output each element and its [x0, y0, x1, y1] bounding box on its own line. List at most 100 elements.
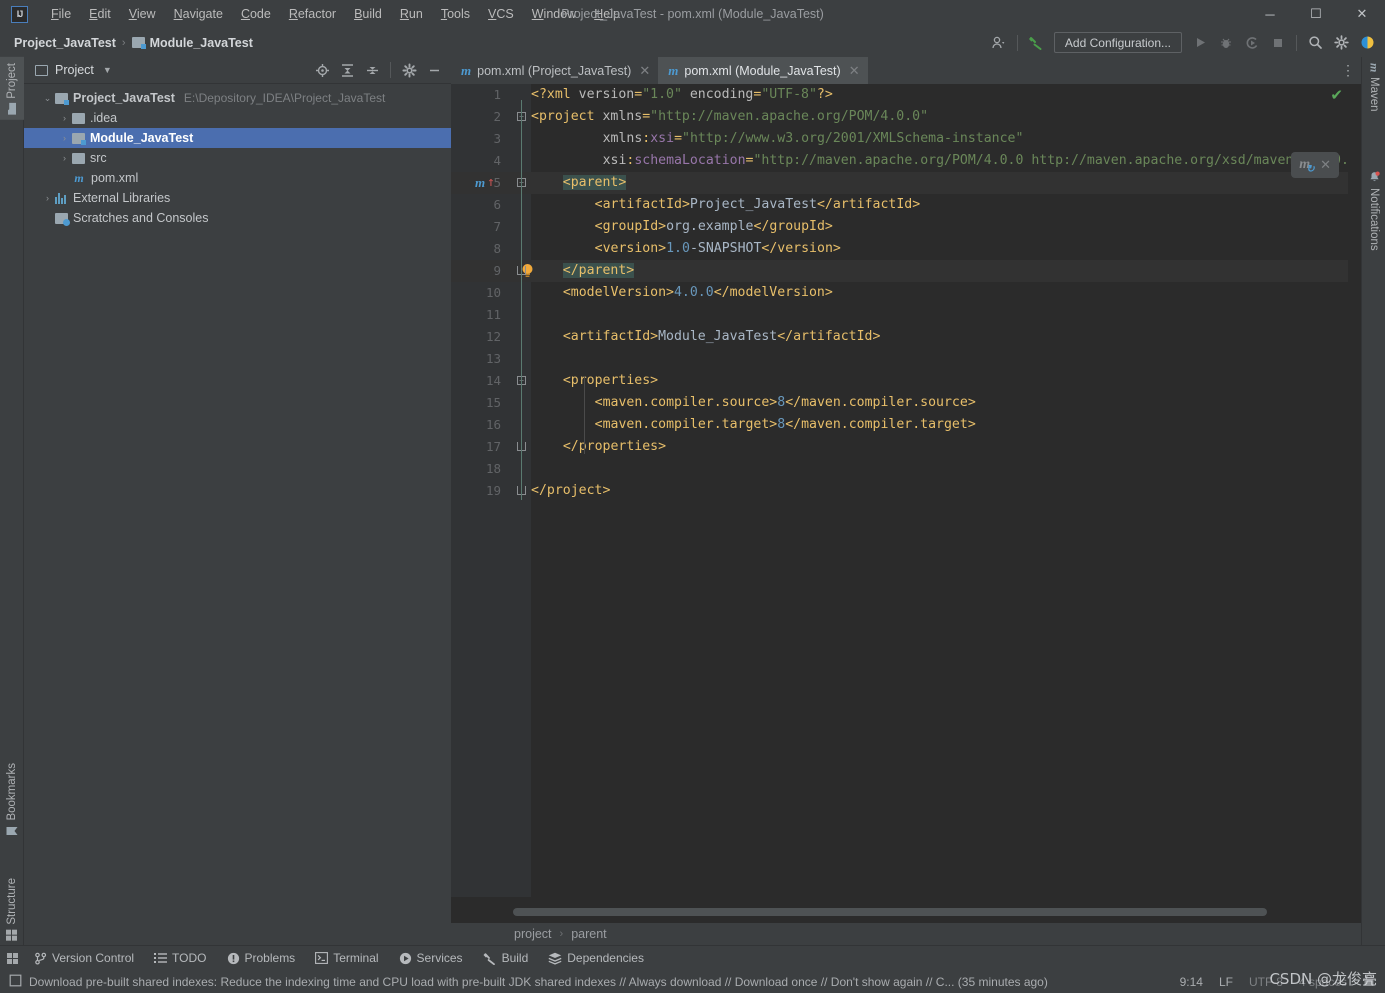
code-lines[interactable]: 1 <?xml version="1.0" encoding="UTF-8"?> 2… — [451, 84, 1361, 897]
code-text[interactable]: <maven.compiler.target>8</maven.compiler… — [531, 414, 976, 436]
code-line[interactable]: 10 <modelVersion>4.0.0</modelVersion> — [451, 282, 1361, 304]
search-icon[interactable] — [1303, 31, 1327, 55]
expand-all-icon[interactable] — [336, 59, 358, 81]
menu-refactor[interactable]: Refactor — [280, 0, 345, 28]
code-line[interactable]: 18 — [451, 458, 1361, 480]
close-icon[interactable]: ✕ — [1320, 157, 1331, 173]
code-text[interactable]: <artifactId>Module_JavaTest</artifactId> — [531, 326, 881, 348]
code-text[interactable]: <?xml version="1.0" encoding="UTF-8"?> — [531, 84, 833, 106]
run-configuration-selector[interactable]: Add Configuration... — [1053, 32, 1182, 53]
sidebar-item-project[interactable]: Project — [0, 57, 24, 120]
code-line[interactable]: 3 xmlns:xsi="http://www.w3.org/2001/XMLS… — [451, 128, 1361, 150]
editor-horizontal-scrollbar[interactable] — [513, 908, 1267, 916]
tree-node-project-javatest[interactable]: ⌄ Project_JavaTest E:\Depository_IDEA\Proj… — [24, 88, 451, 108]
locate-file-icon[interactable] — [311, 59, 333, 81]
code-text[interactable]: <maven.compiler.source>8</maven.compiler… — [531, 392, 976, 414]
code-text[interactable]: xsi:schemaLocation="http://maven.apache.… — [531, 150, 1361, 172]
menu-help[interactable]: Help — [585, 0, 629, 28]
editor-tab[interactable]: m pom.xml (Module_JavaTest) ✕ — [658, 57, 868, 84]
editor-vertical-scrollbar[interactable] — [1348, 84, 1361, 897]
chevron-icon[interactable]: › — [57, 153, 72, 163]
tool-window-layout-icon[interactable] — [0, 946, 24, 971]
sidebar-item-structure[interactable]: Structure — [0, 872, 24, 947]
tree-node-module-javatest[interactable]: › Module_JavaTest — [24, 128, 451, 148]
sidebar-item-maven[interactable]: m Maven — [1362, 57, 1385, 118]
hide-panel-icon[interactable] — [423, 59, 445, 81]
ide-avatar-icon[interactable] — [1355, 31, 1379, 55]
toolwindow-problems[interactable]: Problems — [217, 946, 306, 971]
code-text[interactable]: </properties> — [531, 436, 666, 458]
editor-breadcrumb-item[interactable]: project — [514, 927, 552, 941]
stop-icon[interactable] — [1266, 31, 1290, 55]
tree-node-src[interactable]: › src — [24, 148, 451, 168]
project-tree[interactable]: ⌄ Project_JavaTest E:\Depository_IDEA\Proj… — [24, 84, 451, 228]
caret-position[interactable]: 9:14 — [1180, 975, 1203, 989]
chevron-icon[interactable]: › — [57, 113, 72, 123]
code-text[interactable]: </parent> — [531, 260, 635, 282]
toolwindow-dependencies[interactable]: Dependencies — [538, 946, 654, 971]
code-line[interactable]: 14− <properties> — [451, 370, 1361, 392]
code-text[interactable]: <modelVersion>4.0.0</modelVersion> — [531, 282, 833, 304]
code-text[interactable]: <properties> — [531, 370, 658, 392]
lock-icon[interactable] — [1363, 973, 1375, 990]
code-text[interactable]: <artifactId>Project_JavaTest</artifactId… — [531, 194, 921, 216]
code-line[interactable]: 16 <maven.compiler.target>8</maven.compi… — [451, 414, 1361, 436]
toolwindow-terminal[interactable]: Terminal — [305, 946, 388, 971]
menu-build[interactable]: Build — [345, 0, 391, 28]
menu-window[interactable]: Window — [523, 0, 585, 28]
hscroll-thumb[interactable] — [513, 908, 1267, 916]
minimize-button[interactable]: ─ — [1247, 0, 1293, 28]
code-editor[interactable]: 1 <?xml version="1.0" encoding="UTF-8"?> 2… — [451, 84, 1361, 897]
chevron-icon[interactable]: ⌄ — [40, 93, 55, 104]
chevron-icon[interactable]: › — [57, 133, 72, 143]
code-line[interactable]: 13 — [451, 348, 1361, 370]
code-line[interactable]: 5m↑− <parent> — [451, 172, 1361, 194]
sidebar-item-notifications[interactable]: Notifications — [1362, 165, 1385, 257]
status-message-text[interactable]: Download pre-built shared indexes: Reduc… — [29, 975, 1048, 989]
sidebar-item-bookmarks[interactable]: Bookmarks — [0, 757, 24, 843]
navigate-to-parent-icon[interactable]: ↑ — [487, 172, 495, 194]
breadcrumb-item[interactable]: Project_JavaTest — [14, 36, 116, 50]
tree-node-pom-xml[interactable]: m pom.xml — [24, 168, 451, 188]
code-line[interactable]: 12 <artifactId>Module_JavaTest</artifact… — [451, 326, 1361, 348]
editor-breadcrumb-item[interactable]: parent — [571, 927, 606, 941]
status-message-area[interactable]: Download pre-built shared indexes: Reduc… — [0, 974, 1048, 990]
maximize-button[interactable]: ☐ — [1293, 0, 1339, 28]
menu-code[interactable]: Code — [232, 0, 280, 28]
menu-run[interactable]: Run — [391, 0, 432, 28]
toolwindow-build[interactable]: Build — [473, 946, 539, 971]
code-line[interactable]: 17 </properties> — [451, 436, 1361, 458]
menu-vcs[interactable]: VCS — [479, 0, 523, 28]
code-text[interactable]: <groupId>org.example</groupId> — [531, 216, 833, 238]
tree-node--idea[interactable]: › .idea — [24, 108, 451, 128]
menu-tools[interactable]: Tools — [432, 0, 479, 28]
line-separator[interactable]: LF — [1219, 975, 1233, 989]
chevron-icon[interactable]: › — [40, 193, 55, 203]
code-text[interactable]: <project xmlns="http://maven.apache.org/… — [531, 106, 928, 128]
breadcrumb-item[interactable]: Module_JavaTest — [150, 36, 253, 50]
code-line[interactable]: 6 <artifactId>Project_JavaTest</artifact… — [451, 194, 1361, 216]
run-with-coverage-icon[interactable] — [1240, 31, 1264, 55]
code-line[interactable]: 9 </parent> — [451, 260, 1361, 282]
tree-node-external-libraries[interactable]: › External Libraries — [24, 188, 451, 208]
debug-icon[interactable] — [1214, 31, 1238, 55]
code-text[interactable]: xmlns:xsi="http://www.w3.org/2001/XMLSch… — [531, 128, 1024, 150]
toolwindow-services[interactable]: Services — [389, 946, 473, 971]
code-line[interactable]: 15 <maven.compiler.source>8</maven.compi… — [451, 392, 1361, 414]
code-line[interactable]: 4 xsi:schemaLocation="http://maven.apach… — [451, 150, 1361, 172]
code-line[interactable]: 2−<project xmlns="http://maven.apache.or… — [451, 106, 1361, 128]
file-encoding[interactable]: UTF-8 — [1249, 975, 1283, 989]
menu-file[interactable]: File — [42, 0, 80, 28]
code-text[interactable]: </project> — [531, 480, 610, 502]
maven-gutter-icon[interactable]: m — [475, 172, 485, 194]
toolwindow-todo[interactable]: TODO — [144, 946, 216, 971]
indent-setting[interactable]: 4 spaces — [1299, 975, 1347, 989]
editor-tab[interactable]: m pom.xml (Project_JavaTest) ✕ — [451, 57, 658, 84]
menu-view[interactable]: View — [120, 0, 165, 28]
maven-reload-icon[interactable]: m ↻ — [1299, 157, 1314, 175]
inspection-widget[interactable]: ✔ — [1330, 86, 1343, 104]
tree-node-scratches-and-consoles[interactable]: Scratches and Consoles — [24, 208, 451, 228]
code-line[interactable]: 1 <?xml version="1.0" encoding="UTF-8"?> — [451, 84, 1361, 106]
editor-tab-options[interactable]: ⋮ — [1341, 57, 1361, 84]
run-icon[interactable] — [1188, 31, 1212, 55]
